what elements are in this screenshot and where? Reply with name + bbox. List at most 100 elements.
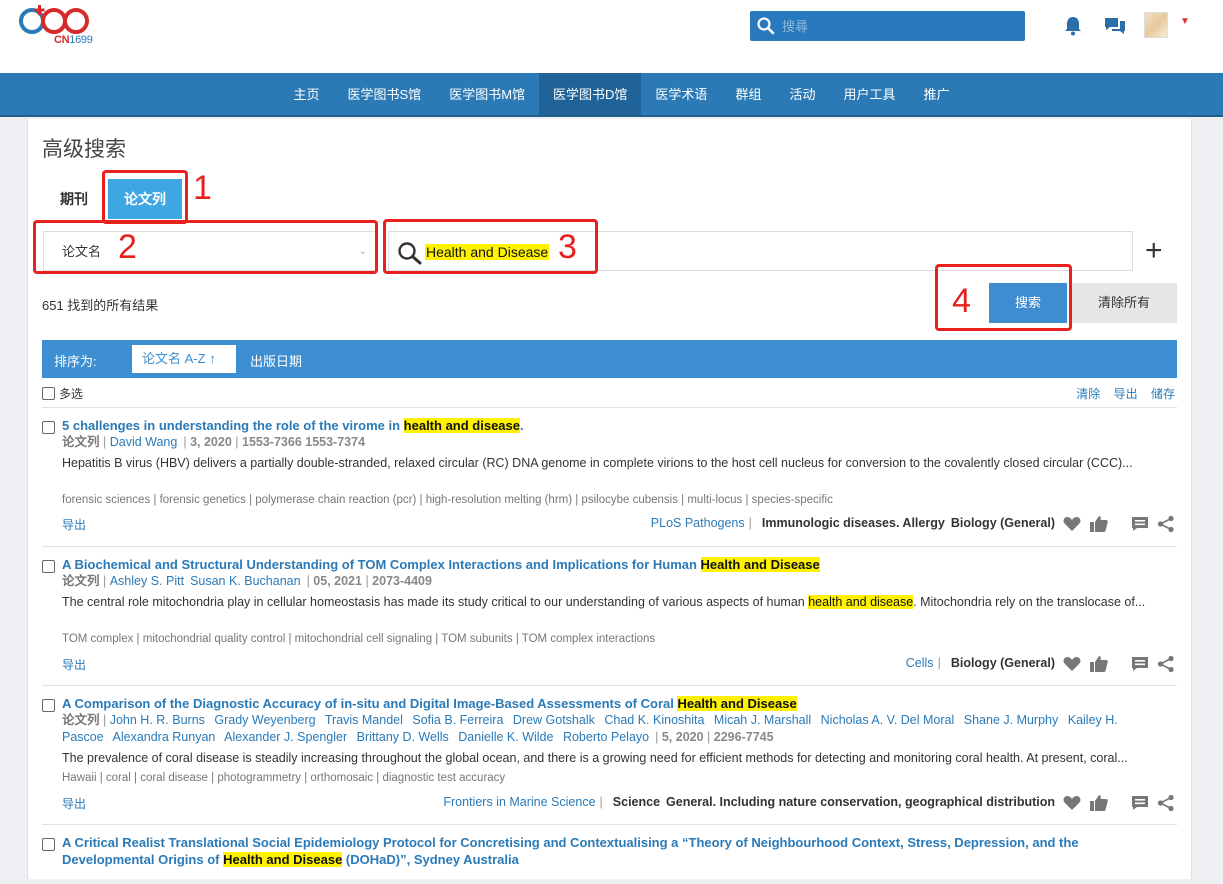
sort-label: 排序为: xyxy=(54,354,97,369)
annotation-number-3: 3 xyxy=(558,228,577,266)
share-icon[interactable] xyxy=(1157,655,1175,673)
nav-item[interactable]: 医学图书D馆 xyxy=(539,73,642,115)
top-header: CN1699 ▼ xyxy=(0,0,1223,73)
chevron-down-icon[interactable]: ▼ xyxy=(1180,16,1190,27)
result-tags: PLoS Pathogens | Immunologic diseases. All… xyxy=(650,516,1055,530)
comment-icon[interactable] xyxy=(1131,656,1149,672)
export-link[interactable]: 导出 xyxy=(62,516,86,533)
result-checkbox[interactable] xyxy=(42,421,55,434)
search-icon[interactable] xyxy=(750,11,782,41)
result-keywords: forensic sciences | forensic genetics | … xyxy=(62,494,833,506)
action-clear[interactable]: 清除 xyxy=(1076,387,1100,401)
nav-item[interactable]: 推广 xyxy=(909,73,963,115)
nav-item[interactable]: 活动 xyxy=(775,73,829,115)
result-item: A Critical Realist Translational Social … xyxy=(42,824,1177,884)
clear-all-button[interactable]: 清除所有 xyxy=(1071,283,1177,323)
thumbs-up-icon[interactable] xyxy=(1089,515,1109,533)
author-link[interactable]: Chad K. Kinoshita xyxy=(604,713,704,727)
thumbs-up-icon[interactable] xyxy=(1089,794,1109,812)
main-nav: 主页 医学图书S馆 医学图书M馆 医学图书D馆 医学术语 群组 活动 用户工具 推广 xyxy=(0,73,1223,117)
export-link[interactable]: 导出 xyxy=(62,795,86,812)
author-link[interactable]: Micah J. Marshall xyxy=(714,713,811,727)
result-item: A Comparison of the Diagnostic Accuracy … xyxy=(42,685,1177,824)
result-checkbox[interactable] xyxy=(42,560,55,573)
sort-bar: 排序为: 论文名 A-Z ↑ 出版日期 xyxy=(42,340,1177,378)
source-link[interactable]: PLoS Pathogens xyxy=(651,516,745,530)
nav-item[interactable]: 医学图书S馆 xyxy=(334,73,436,115)
author-link[interactable]: Alexander J. Spengler xyxy=(224,730,347,744)
result-keywords: TOM complex | mitochondrial quality cont… xyxy=(62,633,656,645)
result-count: 651 找到的所有结果 xyxy=(42,298,159,313)
global-search-input[interactable] xyxy=(782,18,1012,34)
logo-text: CN1699 xyxy=(54,34,93,46)
thumbs-up-icon[interactable] xyxy=(1089,655,1109,673)
annotation-box-1 xyxy=(102,170,188,224)
sort-publish-date[interactable]: 出版日期 xyxy=(250,351,302,370)
author-link[interactable]: Sofia B. Ferreira xyxy=(412,713,503,727)
result-checkbox[interactable] xyxy=(42,838,55,851)
nav-item[interactable]: 群组 xyxy=(721,73,775,115)
share-icon[interactable] xyxy=(1157,515,1175,533)
result-title[interactable]: A Biochemical and Structural Understandi… xyxy=(62,556,1142,573)
add-row-icon[interactable]: + xyxy=(1145,234,1163,268)
result-item: 5 challenges in understanding the role o… xyxy=(42,407,1177,546)
author-link[interactable]: Susan K. Buchanan xyxy=(190,574,301,588)
result-meta: 论文列 | David Wang | 3, 2020 | 1553-7366 15… xyxy=(62,435,366,449)
author-link[interactable]: Danielle K. Wilde xyxy=(458,730,553,744)
result-checkbox[interactable] xyxy=(42,699,55,712)
share-icon[interactable] xyxy=(1157,794,1175,812)
author-link[interactable]: Roberto Pelayo xyxy=(563,730,649,744)
result-keywords: Hawaii | coral | coral disease | photogr… xyxy=(62,772,506,784)
author-link[interactable]: Drew Gotshalk xyxy=(513,713,595,727)
author-link[interactable]: David Wang xyxy=(110,435,178,449)
author-link[interactable]: Ashley S. Pitt xyxy=(110,574,184,588)
author-link[interactable]: Travis Mandel xyxy=(325,713,403,727)
result-abstract: The central role mitochondria play in ce… xyxy=(62,595,1146,609)
result-tags: Cells | Biology (General) xyxy=(905,656,1055,670)
result-icons xyxy=(1063,794,1175,812)
result-icons xyxy=(1063,515,1175,533)
author-link[interactable]: Shane J. Murphy xyxy=(964,713,1059,727)
nav-item[interactable]: 医学图书M馆 xyxy=(435,73,539,115)
annotation-box-2 xyxy=(33,220,378,274)
nav-item[interactable]: 医学术语 xyxy=(641,73,721,115)
action-save[interactable]: 储存 xyxy=(1151,387,1175,401)
advanced-search-panel: 高级搜索 期刊 论文列 1 论文名 ⌄ 2 Health and Disease… xyxy=(27,119,1192,879)
nav-item[interactable]: 主页 xyxy=(280,73,334,115)
sort-title-az[interactable]: 论文名 A-Z ↑ xyxy=(132,345,236,373)
author-link[interactable]: Alexandra Runyan xyxy=(113,730,216,744)
global-search[interactable] xyxy=(750,11,1025,41)
source-link[interactable]: Frontiers in Marine Science xyxy=(443,795,595,809)
heart-icon[interactable] xyxy=(1063,516,1081,532)
multi-select[interactable]: 多选 xyxy=(42,385,83,402)
result-abstract: The prevalence of coral disease is stead… xyxy=(62,751,1128,765)
action-export[interactable]: 导出 xyxy=(1114,387,1138,401)
multi-select-checkbox[interactable] xyxy=(42,387,55,400)
comment-icon[interactable] xyxy=(1131,795,1149,811)
bell-icon[interactable] xyxy=(1064,16,1082,36)
annotation-number-4: 4 xyxy=(952,282,971,320)
annotation-number-2: 2 xyxy=(118,228,137,266)
author-link[interactable]: Nicholas A. V. Del Moral xyxy=(821,713,955,727)
result-abstract: Hepatitis B virus (HBV) delivers a parti… xyxy=(62,456,1133,470)
page-title: 高级搜索 xyxy=(42,138,126,161)
export-link[interactable]: 导出 xyxy=(62,656,86,673)
heart-icon[interactable] xyxy=(1063,795,1081,811)
source-link[interactable]: Cells xyxy=(906,656,934,670)
result-title[interactable]: A Critical Realist Translational Social … xyxy=(62,834,1142,868)
author-link[interactable]: Brittany D. Wells xyxy=(357,730,449,744)
nav-item[interactable]: 用户工具 xyxy=(829,73,909,115)
author-link[interactable]: Grady Weyenberg xyxy=(214,713,315,727)
multi-select-label: 多选 xyxy=(59,387,84,401)
messages-icon[interactable] xyxy=(1104,16,1126,36)
tab-journal[interactable]: 期刊 xyxy=(46,179,102,219)
result-title[interactable]: 5 challenges in understanding the role o… xyxy=(62,417,1142,434)
result-title[interactable]: A Comparison of the Diagnostic Accuracy … xyxy=(62,695,1142,712)
author-link[interactable]: John H. R. Burns xyxy=(110,713,205,727)
result-meta: 论文列 | John H. R. Burns Grady Weyenberg T… xyxy=(62,713,1118,744)
avatar[interactable] xyxy=(1144,12,1168,38)
heart-icon[interactable] xyxy=(1063,656,1081,672)
comment-icon[interactable] xyxy=(1131,516,1149,532)
bulk-actions: 清除 导出 储存 xyxy=(1066,385,1175,402)
result-icons xyxy=(1063,655,1175,673)
